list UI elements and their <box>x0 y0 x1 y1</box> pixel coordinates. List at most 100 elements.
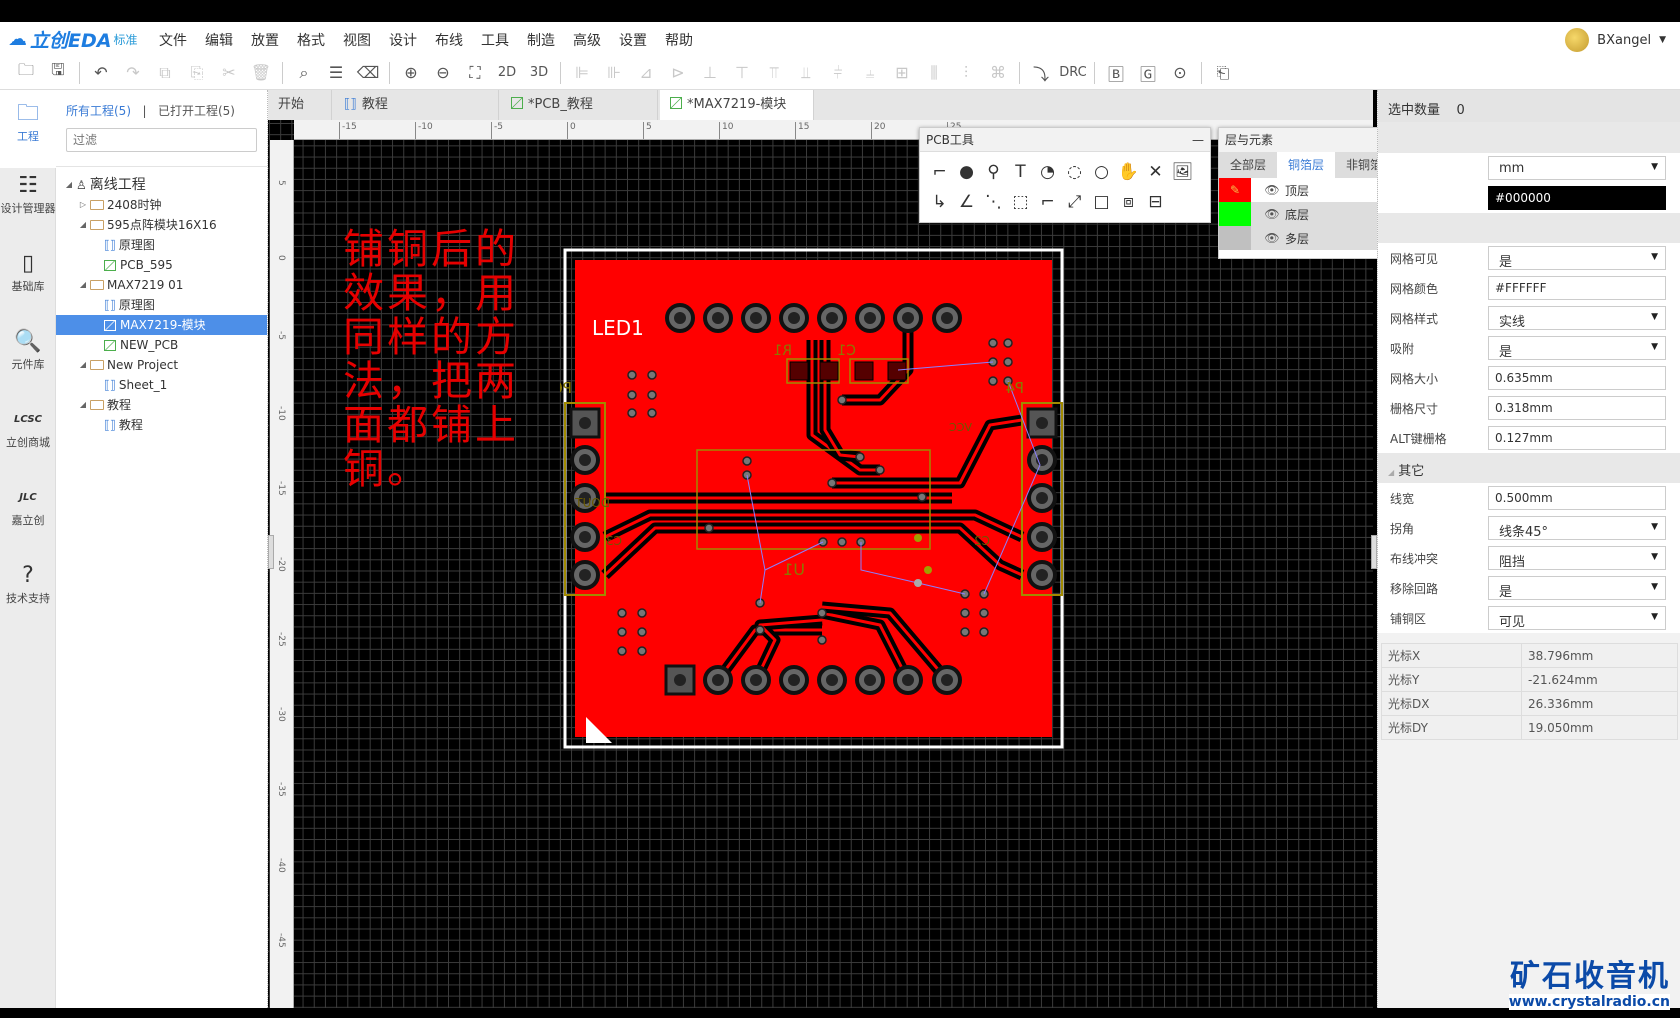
property-input[interactable]: 0.635mm <box>1488 366 1666 390</box>
drc-icon[interactable]: DRC <box>1057 65 1089 80</box>
layer-color-swatch[interactable]: ✎ <box>1219 178 1251 202</box>
expand-arrow-icon[interactable]: ▷ <box>76 195 90 215</box>
hole-icon[interactable]: ⊟ <box>1142 188 1169 216</box>
collapse-arrow-icon[interactable]: ◢ <box>76 275 90 295</box>
tab-document[interactable]: *PCB_教程 <box>501 90 658 120</box>
zoom-out-icon[interactable]: ⊖ <box>427 63 459 82</box>
flip-v-icon[interactable]: ⊳ <box>662 63 694 82</box>
open-folder-icon[interactable]: 🗀 <box>10 59 42 86</box>
left-panel-collapse-handle[interactable] <box>268 535 274 569</box>
angle-icon[interactable]: ∠ <box>953 188 980 216</box>
menu-item[interactable]: 文件 <box>159 30 187 50</box>
menu-item[interactable]: 高级 <box>573 30 601 50</box>
layer-tab[interactable]: 铜箔层 <box>1277 152 1336 178</box>
sidebar-item-basic-library[interactable]: ▯ 基础库 <box>0 240 56 312</box>
circle-icon[interactable]: ○ <box>1088 158 1115 186</box>
tree-item[interactable]: ⟦⟧ 教程 <box>56 415 267 435</box>
tree-item[interactable]: ⟦⟧ 原理图 <box>56 235 267 255</box>
align-left-icon[interactable]: ⊫ <box>566 63 598 82</box>
tree-item[interactable]: ◢ ♙ 离线工程 <box>56 175 267 195</box>
grid-align-icon[interactable]: ⊞ <box>886 63 918 82</box>
ratsnest-icon[interactable]: ⋱ <box>980 188 1007 216</box>
sidebar-item-lcsc[interactable]: LCSC 立创商城 <box>0 396 56 468</box>
dimension-icon[interactable]: ↳ <box>926 188 953 216</box>
property-select[interactable]: 实线 <box>1488 306 1666 330</box>
menu-item[interactable]: 编辑 <box>205 30 233 50</box>
layer-color-swatch[interactable] <box>1219 226 1251 250</box>
tree-item[interactable]: ◢ 595点阵模块16X16 <box>56 215 267 235</box>
fit-view-icon[interactable]: ⛶ <box>459 63 491 83</box>
pcb-board[interactable]: LED1 R1 C1 P6 P4 U1 DOUT C3 C2 VCC <box>560 245 1070 755</box>
tab-document[interactable]: *MAX7219-模块 <box>660 90 814 120</box>
tree-item[interactable]: NEW_PCB <box>56 335 267 355</box>
align-bottom-edge-icon[interactable]: ⫫ <box>790 63 822 83</box>
sidebar-item-jlc[interactable]: JLC 嘉立创 <box>0 474 56 546</box>
tree-item[interactable]: ◢ 教程 <box>56 395 267 415</box>
pick-place-icon[interactable]: ⊙ <box>1164 63 1196 82</box>
find-list-icon[interactable]: ☰ <box>320 63 352 82</box>
board-outline-icon[interactable]: ⌐ <box>1034 188 1061 216</box>
pad-icon[interactable]: ● <box>953 158 980 186</box>
tree-item[interactable]: ◢ MAX7219 01 <box>56 275 267 295</box>
background-color-input[interactable]: #000000 <box>1488 186 1666 210</box>
minimize-icon[interactable]: — <box>1192 128 1204 152</box>
distribute-v-icon[interactable]: ⫶ <box>950 63 982 83</box>
property-select[interactable]: 可见 <box>1488 606 1666 630</box>
menu-item[interactable]: 制造 <box>527 30 555 50</box>
menu-item[interactable]: 格式 <box>297 30 325 50</box>
redo-icon[interactable]: ↷ <box>117 63 149 82</box>
copy-icon[interactable]: ⧉ <box>149 63 181 83</box>
property-select[interactable]: 阻挡 <box>1488 546 1666 570</box>
layer-tab[interactable]: 全部层 <box>1219 152 1277 178</box>
align-center-h-icon[interactable]: ⫨ <box>854 63 886 83</box>
undo-icon[interactable]: ↶ <box>85 63 117 82</box>
property-input[interactable]: 0.127mm <box>1488 426 1666 450</box>
export-icon[interactable]: ⎗ <box>1207 63 1239 83</box>
align-top-icon[interactable]: ⊤ <box>726 63 758 82</box>
solid-region-icon[interactable]: ⬚ <box>1007 188 1034 216</box>
menu-item[interactable]: 设置 <box>619 30 647 50</box>
tab-open-projects[interactable]: 已打开工程(5) <box>158 104 235 118</box>
sidebar-item-help[interactable]: ? 技术支持 <box>0 552 56 624</box>
tree-item[interactable]: MAX7219-模块 <box>56 315 267 335</box>
align-right-icon[interactable]: ⊪ <box>598 63 630 82</box>
distribute-h-icon[interactable]: ⫼ <box>918 63 950 83</box>
image-icon[interactable]: 🖼 <box>1169 158 1196 186</box>
collapse-arrow-icon[interactable]: ◢ <box>76 395 90 415</box>
import-icon[interactable]: ⤵ <box>1025 61 1057 85</box>
align-bottom-icon[interactable]: ⊥ <box>694 63 726 82</box>
property-select[interactable]: 是 <box>1488 336 1666 360</box>
gerber-icon[interactable]: 🄶 <box>1132 61 1164 85</box>
pan-hand-icon[interactable]: ✋ <box>1115 158 1142 186</box>
connect-pad-icon[interactable]: ✕ <box>1142 158 1169 186</box>
property-select[interactable]: 线条45° <box>1488 516 1666 540</box>
copper-area-icon[interactable]: ⧈ <box>1115 188 1142 216</box>
property-select[interactable]: 是 <box>1488 576 1666 600</box>
eye-icon[interactable]: 👁 <box>1259 183 1285 197</box>
clear-icon[interactable]: ⌫ <box>352 63 384 82</box>
tab-document[interactable]: ⟦⟧ 教程 <box>334 90 499 120</box>
menu-item[interactable]: 设计 <box>389 30 417 50</box>
tree-item[interactable]: ◢ New Project <box>56 355 267 375</box>
layer-color-swatch[interactable] <box>1219 202 1251 226</box>
menu-item[interactable]: 布线 <box>435 30 463 50</box>
zoom-in-icon[interactable]: ⊕ <box>395 63 427 82</box>
arc-center-icon[interactable]: ◔ <box>1034 158 1061 186</box>
property-select[interactable]: 是 <box>1488 246 1666 270</box>
property-input[interactable]: #FFFFFF <box>1488 276 1666 300</box>
app-logo[interactable]: ☁ 立创EDA 标准 <box>8 26 137 52</box>
via-icon[interactable]: ⚲ <box>980 158 1007 186</box>
tree-item[interactable]: ▷ 2408时钟 <box>56 195 267 215</box>
arc-icon[interactable]: ◌ <box>1061 158 1088 186</box>
rectangle-icon[interactable]: □ <box>1088 188 1115 216</box>
tab-document[interactable]: 开始 <box>268 90 332 120</box>
sidebar-item-project-folder[interactable]: 🗀 工程 <box>0 90 56 168</box>
user-menu[interactable]: BXangel ▼ <box>1565 28 1666 52</box>
eye-icon[interactable]: 👁 <box>1259 231 1285 245</box>
align-top-edge-icon[interactable]: ⫪ <box>758 63 790 83</box>
search-icon[interactable]: ⌕ <box>288 63 320 83</box>
delete-icon[interactable]: 🗑 <box>245 63 277 82</box>
paste-icon[interactable]: ⎘ <box>181 63 213 83</box>
bom-icon[interactable]: 🄱 <box>1100 61 1132 85</box>
flip-h-icon[interactable]: ⊿ <box>630 63 662 82</box>
